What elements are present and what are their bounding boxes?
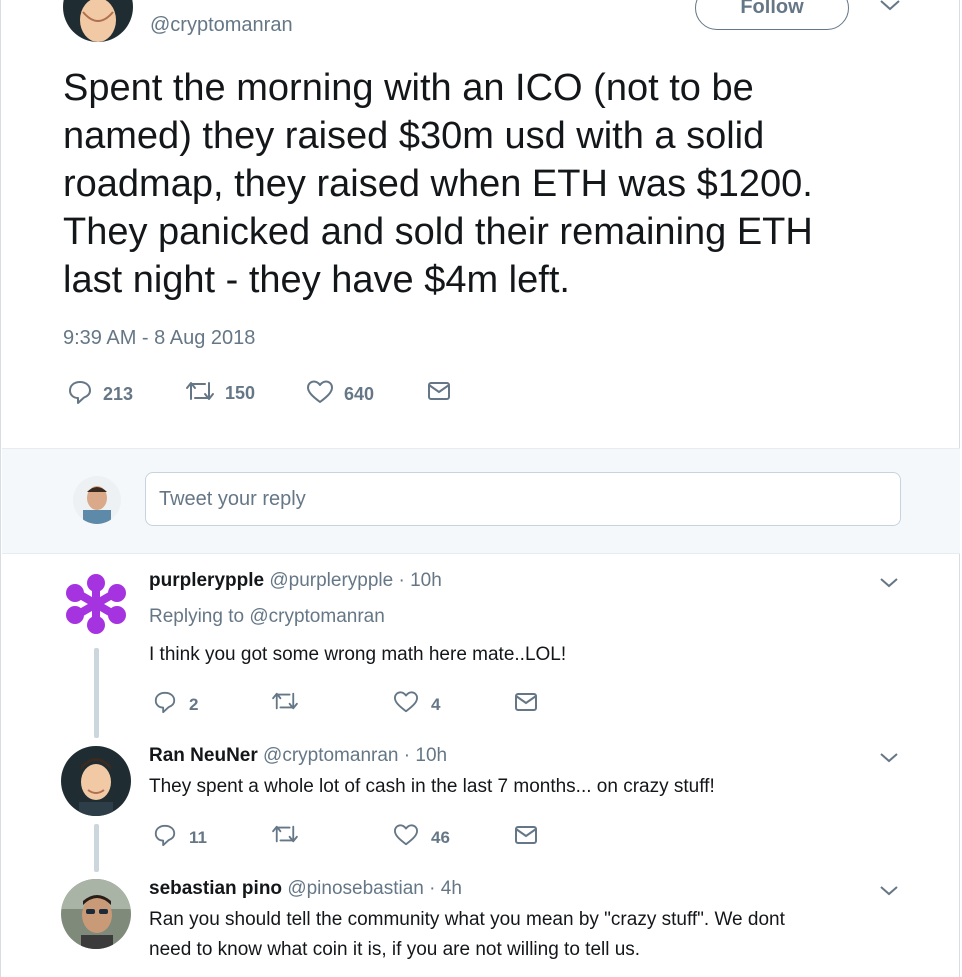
reply-action[interactable]: 213: [67, 379, 133, 410]
like-count: 640: [344, 384, 375, 404]
author-avatar[interactable]: [63, 0, 133, 42]
thread-connector: [94, 824, 99, 872]
comment-text-line: Ran you should tell the community what y…: [149, 909, 785, 930]
comment-like-action[interactable]: 46: [393, 823, 450, 852]
chevron-down-icon[interactable]: [879, 884, 899, 898]
comment-time[interactable]: · 10h: [404, 745, 447, 766]
reply-icon: [67, 379, 93, 410]
comment-like-count: 46: [431, 827, 450, 847]
retweet-icon: [185, 379, 215, 408]
like-action[interactable]: 640: [306, 379, 374, 410]
comment-author-handle[interactable]: @cryptomanran: [263, 745, 398, 766]
comment-text-line: need to know what coin it is, if you are…: [149, 939, 641, 960]
comment-reply-count: 11: [189, 827, 207, 847]
user-avatar[interactable]: [73, 476, 121, 524]
direct-message-action[interactable]: [427, 381, 451, 406]
comment-time[interactable]: · 4h: [429, 878, 462, 899]
comment-avatar[interactable]: [61, 746, 131, 816]
retweet-count: 150: [225, 383, 256, 403]
comment-header: purplerypple @purplerypple · 10h: [149, 570, 442, 592]
comment-text: They spent a whole lot of cash in the la…: [149, 776, 715, 797]
reply-count: 213: [103, 384, 134, 404]
retweet-action[interactable]: 150: [185, 379, 255, 408]
comment-retweet-action[interactable]: [271, 823, 299, 850]
comment-author-name[interactable]: Ran NeuNer: [149, 745, 258, 766]
envelope-icon: [427, 381, 451, 406]
comment-reply-action[interactable]: 2: [153, 690, 198, 719]
chevron-down-icon[interactable]: [879, 576, 899, 590]
comment-header: sebastian pino @pinosebastian · 4h: [149, 878, 462, 900]
comment-author-name[interactable]: sebastian pino: [149, 878, 282, 899]
comment-author-handle[interactable]: @pinosebastian: [287, 878, 424, 899]
heart-icon: [393, 823, 419, 852]
retweet-icon: [271, 823, 299, 850]
comment-avatar[interactable]: [61, 569, 131, 639]
comment-like-action[interactable]: 4: [393, 690, 440, 719]
replying-to: Replying to @cryptomanran: [149, 606, 385, 628]
chevron-down-icon[interactable]: [879, 0, 901, 16]
comment-reply-count: 2: [189, 694, 199, 714]
heart-icon: [393, 690, 419, 719]
reply-icon: [153, 823, 177, 852]
tweet-text: Spent the morning with an ICO (not to be…: [63, 67, 813, 301]
comment-time[interactable]: · 10h: [399, 570, 442, 591]
comment-like-count: 4: [431, 694, 441, 714]
comment-text: I think you got some wrong math here mat…: [149, 644, 567, 665]
envelope-icon: [514, 825, 538, 850]
comment-avatar[interactable]: [61, 879, 131, 949]
retweet-icon: [271, 690, 299, 717]
tweet-timestamp[interactable]: 9:39 AM - 8 Aug 2018: [63, 327, 255, 350]
comment-dm-action[interactable]: [514, 692, 538, 717]
author-handle[interactable]: @cryptomanran: [150, 14, 293, 37]
reply-input[interactable]: [145, 472, 901, 526]
thread-connector: [94, 648, 99, 738]
chevron-down-icon[interactable]: [879, 751, 899, 765]
reply-icon: [153, 690, 177, 719]
heart-icon: [306, 379, 334, 410]
comment-dm-action[interactable]: [514, 825, 538, 850]
comment-retweet-action[interactable]: [271, 690, 299, 717]
replying-to-label: Replying to: [149, 606, 245, 627]
comment-header: Ran NeuNer @cryptomanran · 10h: [149, 745, 447, 767]
comment-author-handle[interactable]: @purplerypple: [269, 570, 393, 591]
comment-reply-action[interactable]: 11: [153, 823, 207, 852]
tweet-panel: @cryptomanran Follow Spent the morning w…: [0, 0, 960, 977]
replying-to-handle[interactable]: @cryptomanran: [249, 606, 384, 627]
envelope-icon: [514, 692, 538, 717]
comment-author-name[interactable]: purplerypple: [149, 570, 264, 591]
follow-button[interactable]: Follow: [695, 0, 849, 30]
